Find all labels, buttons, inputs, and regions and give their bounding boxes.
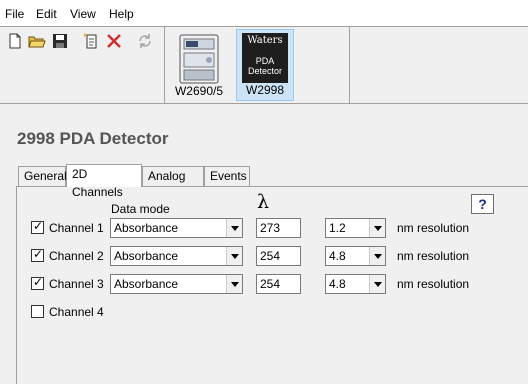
tab-2d-channels[interactable]: 2D Channels (66, 164, 142, 199)
channel-1-checkbox[interactable]: ✓ (31, 219, 44, 234)
channel-2-resolution-value: 4.8 (329, 249, 346, 263)
refresh-icon[interactable] (136, 32, 154, 50)
channel-1-resolution-select[interactable]: 1.2 (325, 218, 386, 238)
menu-help[interactable]: Help (109, 7, 134, 21)
channel-3-data-mode-select[interactable]: Absorbance (110, 274, 243, 294)
chevron-down-icon (226, 247, 242, 265)
channel-3-resolution-select[interactable]: 4.8 (325, 274, 386, 294)
channel-1-label: Channel 1 (49, 221, 104, 235)
tab-events[interactable]: Events (204, 166, 250, 186)
channel-2-wavelength-input[interactable]: 254 (256, 246, 301, 266)
channel-3-wavelength-input[interactable]: 254 (256, 274, 301, 294)
device-w2998[interactable]: Waters PDA Detector W2998 (236, 29, 294, 101)
delete-icon[interactable] (105, 32, 123, 50)
save-icon[interactable] (51, 32, 69, 50)
chevron-down-icon (369, 247, 385, 265)
channel-4-label: Channel 4 (49, 305, 104, 319)
channel-4-checkbox[interactable] (31, 305, 44, 318)
tab-general[interactable]: General (18, 166, 67, 186)
channel-1-unit: nm resolution (397, 221, 470, 235)
chevron-down-icon (226, 275, 242, 293)
channel-1-wavelength-input[interactable]: 273 (256, 218, 301, 238)
device-label-w2690-5: W2690/5 (174, 84, 224, 98)
device-label-w2998: W2998 (245, 83, 285, 97)
channel-3-label: Channel 3 (49, 277, 104, 291)
properties-icon[interactable] (82, 32, 100, 50)
menu-edit[interactable]: Edit (36, 7, 57, 21)
menu-bar: File Edit View Help (0, 0, 528, 26)
waters-pda-logo: Waters PDA Detector (242, 33, 288, 83)
page-title: 2998 PDA Detector (17, 129, 169, 148)
chevron-down-icon (369, 275, 385, 293)
channel-1-data-mode-value: Absorbance (114, 221, 179, 235)
channel-2-unit: nm resolution (397, 249, 470, 263)
channel-2-data-mode-select[interactable]: Absorbance (110, 246, 243, 266)
open-folder-icon[interactable] (28, 32, 46, 50)
channel-3-resolution-value: 4.8 (329, 277, 346, 291)
channel-1-data-mode-select[interactable]: Absorbance (110, 218, 243, 238)
device-strip-divider (349, 26, 350, 103)
chevron-down-icon (226, 219, 242, 237)
channel-3-unit: nm resolution (397, 277, 470, 291)
channel-2-wavelength-value: 254 (260, 249, 281, 263)
device-w2690-5[interactable]: W2690/5 (170, 29, 228, 101)
channel-3-data-mode-value: Absorbance (114, 277, 179, 291)
data-mode-header: Data mode (111, 202, 170, 216)
channel-2-resolution-select[interactable]: 4.8 (325, 246, 386, 266)
channel-1-wavelength-value: 273 (260, 221, 281, 235)
menu-file[interactable]: File (5, 7, 24, 21)
logo-text-detector: Detector (247, 66, 282, 76)
wavelength-symbol: λ (257, 191, 270, 213)
chevron-down-icon (369, 219, 385, 237)
help-button[interactable]: ? (471, 194, 494, 214)
channel-2-label: Channel 2 (49, 249, 104, 263)
channel-3-checkbox[interactable]: ✓ (31, 275, 44, 290)
tab-analog-out[interactable]: Analog Out (142, 166, 204, 201)
logo-text-waters: Waters (247, 35, 283, 46)
menu-view[interactable]: View (70, 7, 96, 21)
channel-2-checkbox[interactable]: ✓ (31, 247, 44, 262)
logo-text-pda: PDA (255, 56, 275, 66)
channel-2-data-mode-value: Absorbance (114, 249, 179, 263)
new-document-icon[interactable] (6, 32, 24, 50)
channel-1-resolution-value: 1.2 (329, 221, 346, 235)
hplc-instrument-icon (179, 34, 219, 84)
channel-3-wavelength-value: 254 (260, 277, 281, 291)
toolbar-divider (164, 26, 165, 103)
